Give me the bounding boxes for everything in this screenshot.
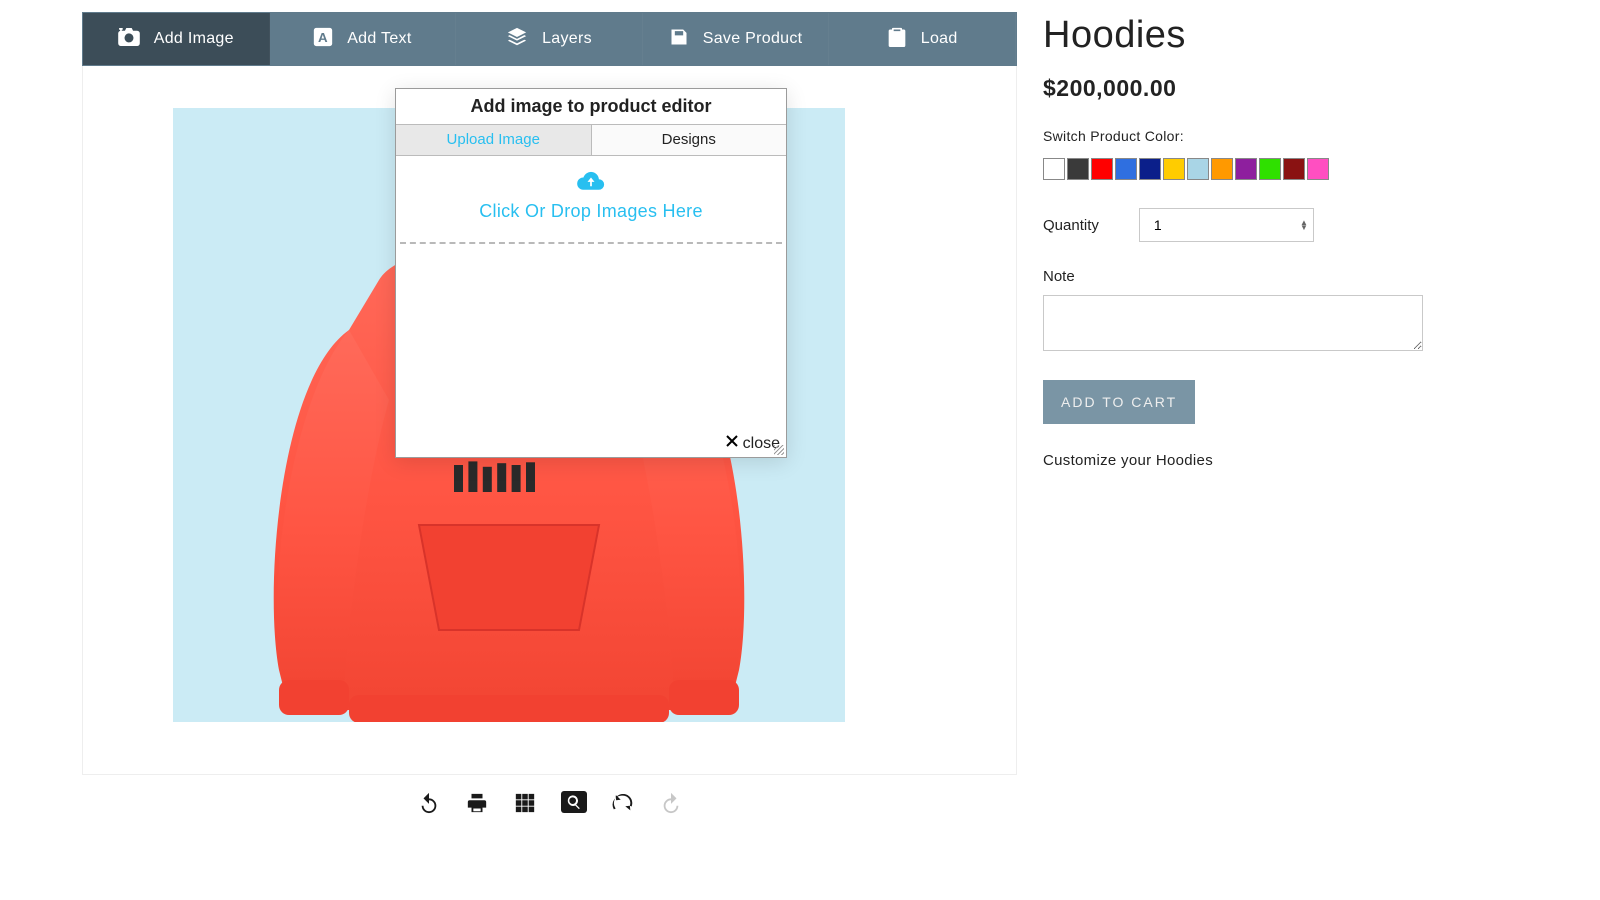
color-swatch[interactable]	[1163, 158, 1185, 180]
modal-title: Add image to product editor	[396, 89, 786, 125]
zoom-preview-button[interactable]	[561, 791, 587, 813]
color-swatch[interactable]	[1187, 158, 1209, 180]
toolbar-load[interactable]: Load	[829, 13, 1016, 65]
text-a-icon: A	[313, 27, 333, 52]
redo-button[interactable]	[659, 791, 683, 815]
color-swatch[interactable]	[1235, 158, 1257, 180]
color-picker-label: Switch Product Color:	[1043, 128, 1580, 144]
bottom-action-bar	[82, 791, 1017, 815]
color-swatch[interactable]	[1259, 158, 1281, 180]
color-swatch[interactable]	[1043, 158, 1065, 180]
save-icon	[669, 27, 689, 52]
quantity-input[interactable]	[1139, 208, 1314, 242]
grid-button[interactable]	[513, 791, 537, 815]
product-price: $200,000.00	[1043, 75, 1580, 102]
modal-tabs: Upload Image Designs	[396, 125, 786, 156]
toolbar-label: Save Product	[703, 30, 803, 48]
color-swatch[interactable]	[1067, 158, 1089, 180]
cloud-upload-icon	[402, 170, 780, 195]
tab-upload-image[interactable]: Upload Image	[396, 125, 592, 155]
product-title: Hoodies	[1043, 14, 1580, 57]
color-swatch[interactable]	[1091, 158, 1113, 180]
color-swatch[interactable]	[1307, 158, 1329, 180]
upload-dropzone-label: Click Or Drop Images Here	[402, 201, 780, 222]
color-swatches	[1043, 158, 1580, 180]
quantity-label: Quantity	[1043, 217, 1099, 234]
close-icon	[725, 434, 739, 453]
add-to-cart-button[interactable]: ADD TO CART	[1043, 380, 1195, 424]
svg-text:A: A	[318, 30, 328, 45]
resize-handle-icon[interactable]	[774, 445, 784, 455]
modal-close-button[interactable]: close	[396, 430, 786, 457]
product-sidebar: Hoodies $200,000.00 Switch Product Color…	[1017, 0, 1600, 900]
note-label: Note	[1043, 268, 1580, 285]
uploaded-images-area	[396, 244, 786, 430]
note-textarea[interactable]	[1043, 295, 1423, 351]
toolbar-save[interactable]: Save Product	[643, 13, 830, 65]
camera-plus-icon	[118, 28, 140, 51]
color-swatch[interactable]	[1139, 158, 1161, 180]
toolbar-add-text[interactable]: A Add Text	[270, 13, 457, 65]
toolbar-label: Layers	[542, 30, 592, 48]
layers-icon	[506, 26, 528, 53]
editor-toolbar: Add Image A Add Text Layers Save Product…	[82, 12, 1017, 66]
color-swatch[interactable]	[1115, 158, 1137, 180]
tab-designs[interactable]: Designs	[592, 125, 787, 155]
color-swatch[interactable]	[1211, 158, 1233, 180]
reset-button[interactable]	[611, 791, 635, 815]
clipboard-check-icon	[887, 26, 907, 53]
toolbar-label: Add Text	[347, 30, 411, 48]
print-button[interactable]	[465, 791, 489, 815]
product-description: Customize your Hoodies	[1043, 452, 1580, 469]
add-image-modal: Add image to product editor Upload Image…	[395, 88, 787, 458]
upload-dropzone[interactable]: Click Or Drop Images Here	[396, 156, 786, 242]
toolbar-add-image[interactable]: Add Image	[83, 13, 270, 65]
color-swatch[interactable]	[1283, 158, 1305, 180]
toolbar-label: Add Image	[154, 30, 234, 48]
toolbar-layers[interactable]: Layers	[456, 13, 643, 65]
toolbar-label: Load	[921, 30, 958, 48]
undo-button[interactable]	[417, 791, 441, 815]
